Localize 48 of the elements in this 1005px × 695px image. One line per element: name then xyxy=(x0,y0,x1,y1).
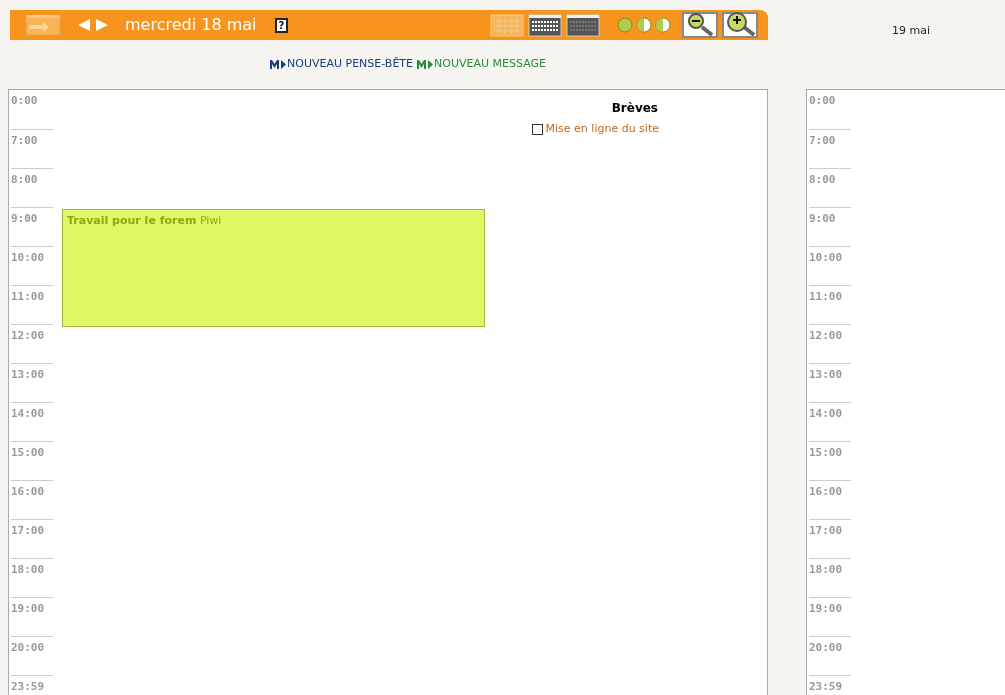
hour-label: 20:00 xyxy=(11,636,53,657)
hour-label: 23:59 xyxy=(809,675,851,695)
hour-label: 14:00 xyxy=(11,402,53,423)
event-block[interactable]: Travail pour le forem Piwi xyxy=(62,209,485,327)
hour-label: 15:00 xyxy=(809,441,851,462)
hour-label: 12:00 xyxy=(809,324,851,345)
hour-label: 14:00 xyxy=(809,402,851,423)
breves-heading: Brèves xyxy=(611,100,658,117)
hour-label: 11:00 xyxy=(809,285,851,306)
day-view-icon[interactable] xyxy=(566,13,600,37)
breve-label[interactable]: Mise en ligne du site xyxy=(545,121,659,138)
hour-label: 23:59 xyxy=(11,675,53,695)
zoom-out-icon[interactable] xyxy=(682,12,718,38)
circles-icon[interactable] xyxy=(616,17,674,33)
help-button[interactable]: ? xyxy=(274,17,289,33)
hour-label: 18:00 xyxy=(11,558,53,579)
new-item-link[interactable]: NOUVEAU MESSAGE xyxy=(417,56,546,73)
event-owner: Piwi xyxy=(199,214,222,227)
hour-label: 10:00 xyxy=(809,246,851,267)
hour-label: 8:00 xyxy=(809,168,851,189)
hour-label: 0:00 xyxy=(11,93,39,109)
hour-label: 19:00 xyxy=(809,597,851,618)
checkbox[interactable] xyxy=(531,123,543,135)
hour-label: 19:00 xyxy=(11,597,53,618)
hour-label: 0:00 xyxy=(809,93,837,109)
hour-label: 11:00 xyxy=(11,285,53,306)
week-view-icon[interactable] xyxy=(528,13,562,37)
hour-label: 10:00 xyxy=(11,246,53,267)
hour-label: 12:00 xyxy=(11,324,53,345)
hour-label: 13:00 xyxy=(11,363,53,384)
hour-label: 16:00 xyxy=(809,480,851,501)
hour-label: 16:00 xyxy=(11,480,53,501)
hour-label: 15:00 xyxy=(11,441,53,462)
date-title: mercredi 18 mai xyxy=(125,14,257,36)
hour-label: 20:00 xyxy=(809,636,851,657)
hour-label: 9:00 xyxy=(11,207,53,228)
day-title: 19 mai xyxy=(892,23,930,40)
hour-label: 7:00 xyxy=(11,129,53,150)
hour-label: 9:00 xyxy=(809,207,851,228)
zoom-in-icon[interactable] xyxy=(722,12,758,38)
hour-label: 17:00 xyxy=(11,519,53,540)
hour-label: 8:00 xyxy=(11,168,53,189)
event-title: Travail pour le forem xyxy=(67,214,197,227)
hour-label: 7:00 xyxy=(809,129,851,150)
hour-label: 17:00 xyxy=(809,519,851,540)
new-item-link[interactable]: NOUVEAU PENSE-BÊTE xyxy=(270,56,414,73)
hour-label: 18:00 xyxy=(809,558,851,579)
hour-label: 13:00 xyxy=(809,363,851,384)
